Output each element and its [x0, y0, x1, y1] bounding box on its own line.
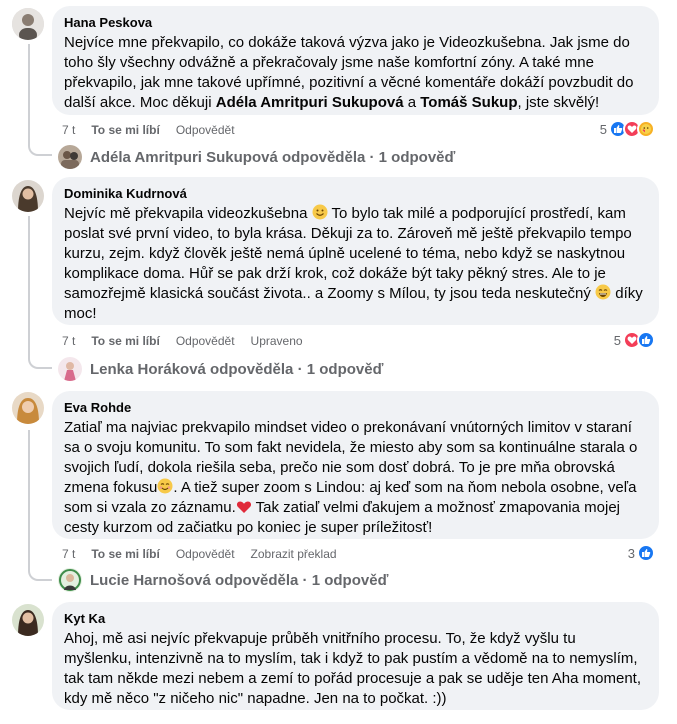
- avatar[interactable]: [12, 604, 44, 636]
- avatar: [58, 357, 82, 381]
- mention-link[interactable]: Tomáš Sukup: [420, 94, 517, 111]
- smile-emoji-icon: [312, 204, 328, 220]
- comment-text: Nejvíc mě překvapila videozkušebna To by…: [64, 204, 643, 322]
- comment-author[interactable]: Eva Rohde: [64, 399, 647, 416]
- reply-button[interactable]: Odpovědět: [176, 122, 235, 138]
- reply-summary: Adéla Amritpuri Sukupová odpověděla · 1 …: [90, 148, 456, 166]
- reaction-summary[interactable]: 3: [628, 544, 655, 562]
- translate-button[interactable]: Zobrazit překlad: [251, 546, 337, 562]
- thread-hook: [28, 357, 52, 369]
- comment-text: Nejvíce mne překvapilo, co dokáže taková…: [64, 34, 634, 111]
- like-reaction-icon: [637, 331, 655, 349]
- comment-bubble: Hana Peskova Nejvíce mne překvapilo, co …: [52, 6, 659, 115]
- like-button[interactable]: To se mi líbí: [91, 546, 159, 562]
- view-replies-link[interactable]: Lucie Harnošová odpověděla · 1 odpověď: [58, 568, 388, 592]
- reply-summary: Lenka Horáková odpověděla · 1 odpověď: [90, 360, 384, 378]
- like-button[interactable]: To se mi líbí: [91, 333, 159, 349]
- comment-bubble: Eva Rohde Zatiaľ ma najviac prekvapilo m…: [52, 391, 659, 539]
- thread-line: [28, 216, 30, 359]
- timestamp[interactable]: 7 t: [62, 546, 75, 562]
- thread-hook: [28, 569, 52, 581]
- avatar[interactable]: [12, 8, 44, 40]
- reaction-count: 5: [613, 332, 621, 348]
- comment-author[interactable]: Hana Peskova: [64, 14, 647, 31]
- comment-author[interactable]: Dominika Kudrnová: [64, 185, 647, 202]
- avatar: [58, 145, 82, 169]
- comment-text: Zatiaľ ma najviac prekvapilo mindset vid…: [64, 419, 638, 536]
- mention-link[interactable]: Adéla Amritpuri Sukupová: [216, 94, 404, 111]
- care-reaction-icon: [637, 120, 655, 138]
- avatar[interactable]: [12, 180, 44, 212]
- like-button[interactable]: To se mi líbí: [91, 122, 159, 138]
- thread-line: [28, 430, 30, 571]
- reply-button[interactable]: Odpovědět: [176, 546, 235, 562]
- grin-emoji-icon: [595, 284, 611, 300]
- thread-hook: [28, 144, 52, 156]
- reaction-summary[interactable]: 5: [614, 331, 655, 349]
- reply-button[interactable]: Odpovědět: [176, 333, 235, 349]
- edited-label: Upraveno: [250, 334, 303, 348]
- like-reaction-icon: [637, 544, 655, 562]
- comment-bubble: Dominika Kudrnová Nejvíc mě překvapila v…: [52, 177, 659, 325]
- timestamp[interactable]: 7 t: [62, 122, 75, 138]
- view-replies-link[interactable]: Lenka Horáková odpověděla · 1 odpověď: [58, 357, 383, 381]
- thread-line: [28, 44, 30, 146]
- view-replies-link[interactable]: Adéla Amritpuri Sukupová odpověděla · 1 …: [58, 145, 455, 169]
- comment-actions: 7 t To se mi líbí Odpovědět Upraveno: [62, 333, 303, 349]
- reaction-count: 3: [627, 545, 635, 561]
- comment-bubble: Kyt Ka Ahoj, mě asi nejvíc překvapuje pr…: [52, 602, 659, 710]
- reaction-summary[interactable]: 5: [600, 120, 655, 138]
- timestamp[interactable]: 7 t: [62, 333, 75, 349]
- reply-summary: Lucie Harnošová odpověděla · 1 odpověď: [90, 571, 389, 589]
- red-heart-icon: [236, 499, 252, 515]
- comment-actions: 7 t To se mi líbí Odpovědět Zobrazit pře…: [62, 546, 337, 562]
- comment-actions: 7 t To se mi líbí Odpovědět: [62, 122, 235, 138]
- comment-author[interactable]: Kyt Ka: [64, 610, 647, 627]
- comment-text: Ahoj, mě asi nejvíc překvapuje průběh vn…: [64, 630, 641, 707]
- avatar[interactable]: [12, 392, 44, 424]
- blush-emoji-icon: [157, 478, 173, 494]
- avatar: [58, 568, 82, 592]
- reaction-count: 5: [599, 121, 607, 137]
